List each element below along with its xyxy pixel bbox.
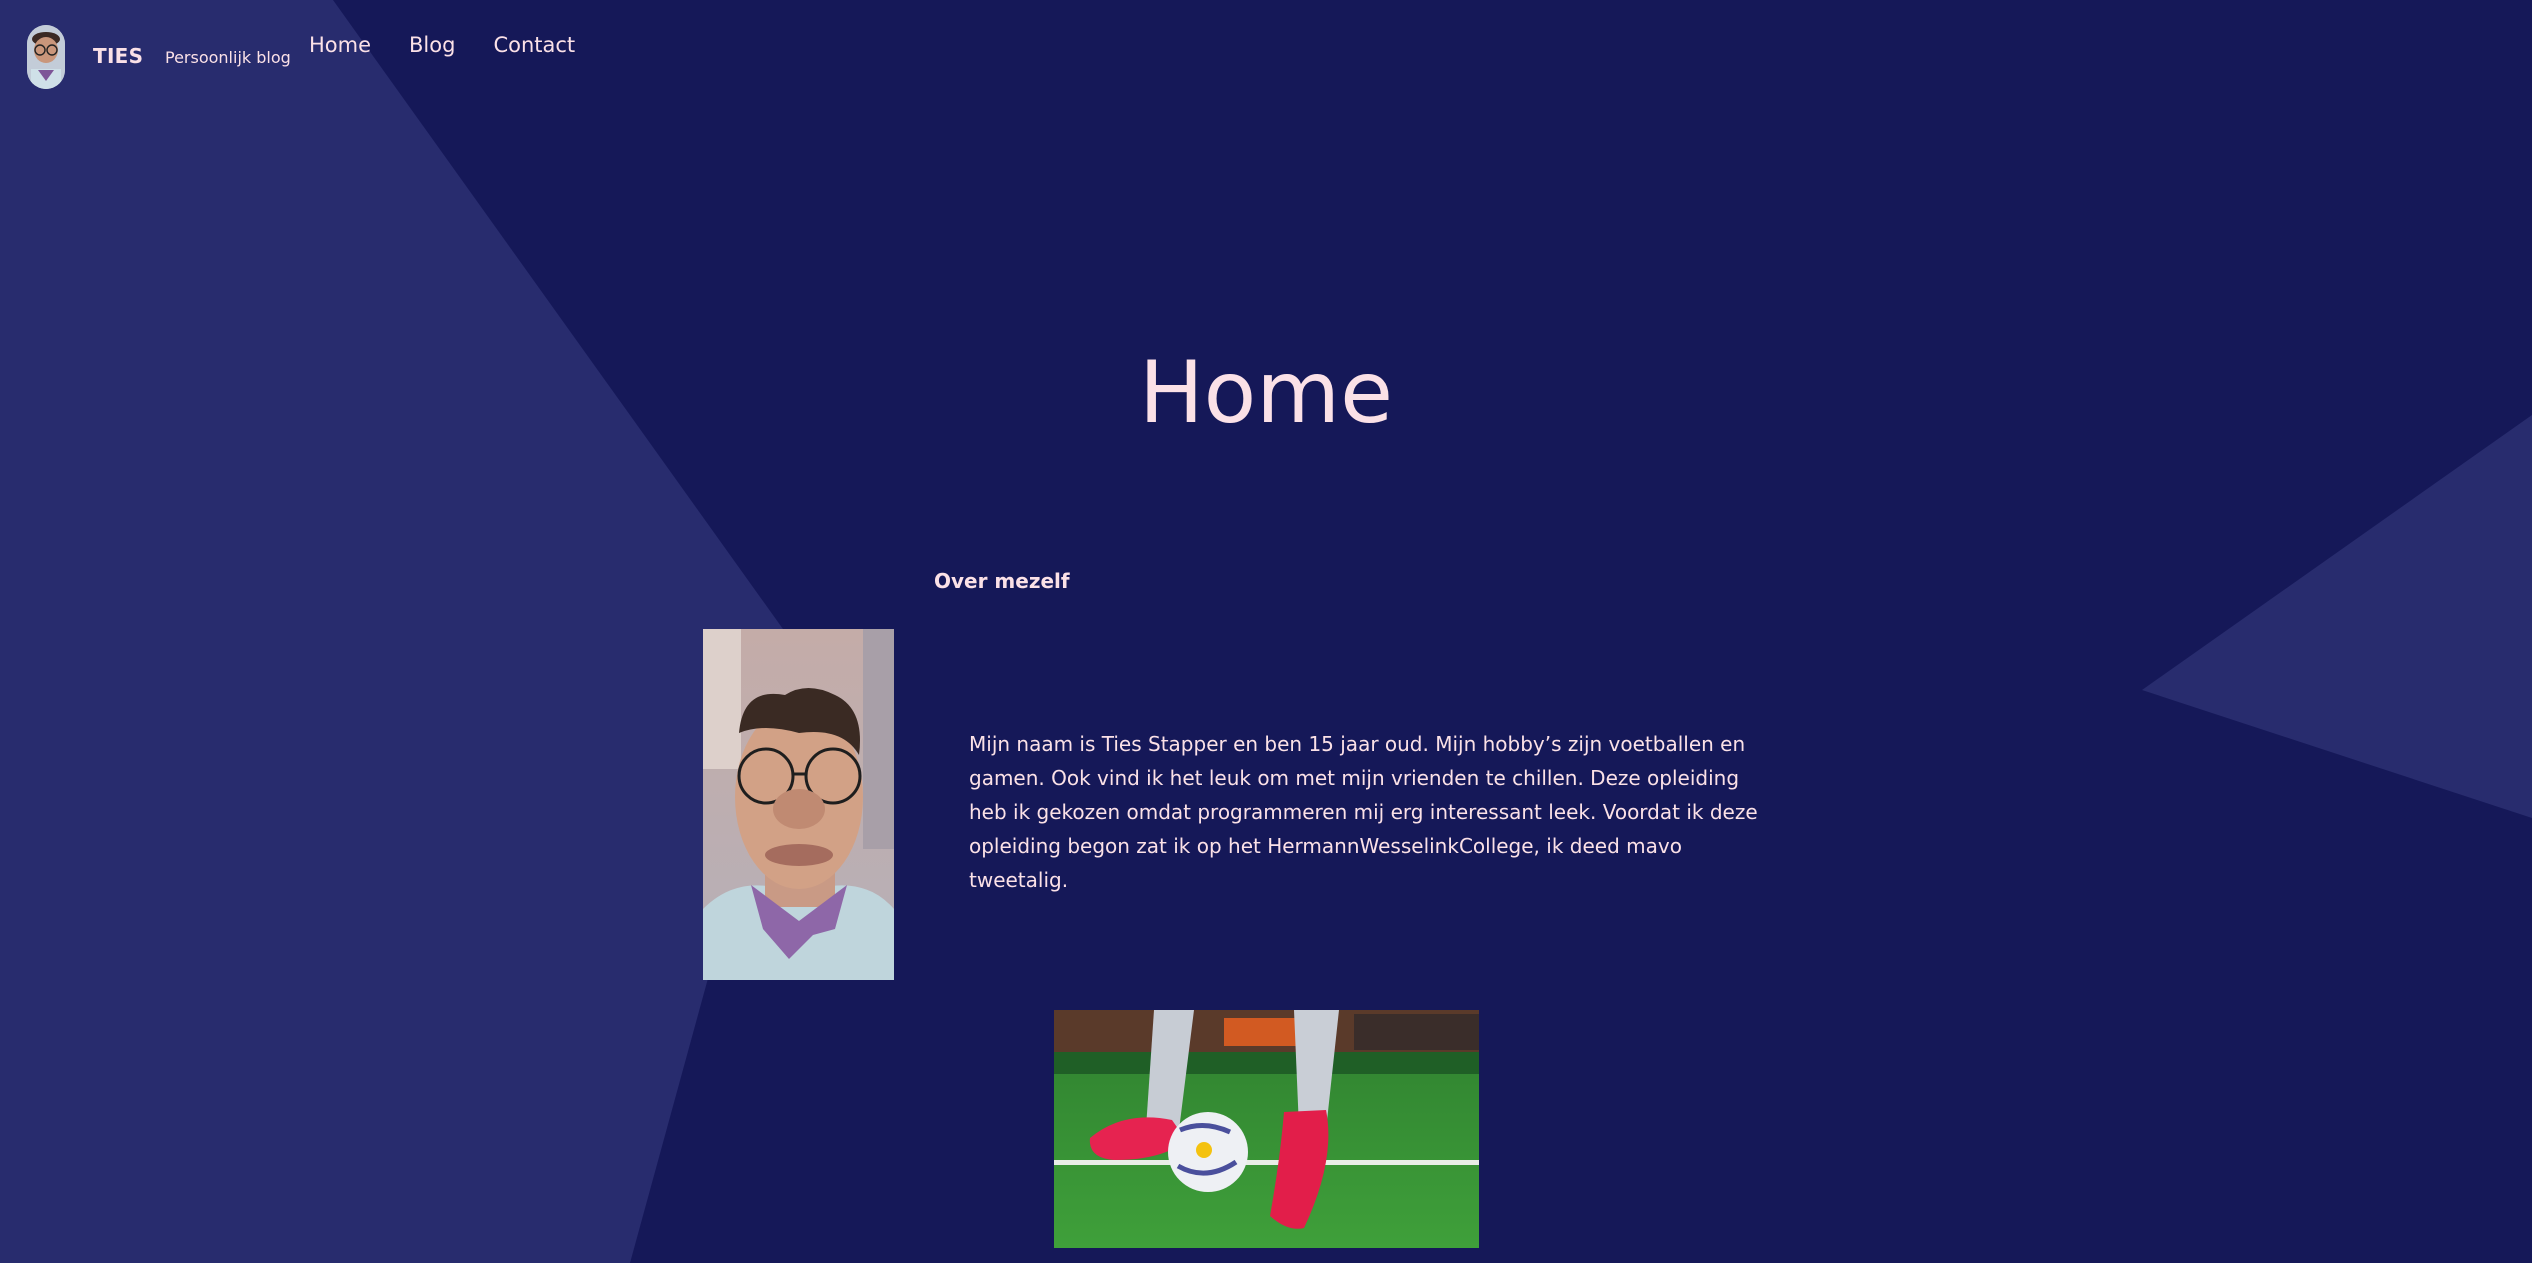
site-tagline: Persoonlijk blog: [165, 48, 291, 67]
main-navigation: Home Blog Contact: [309, 33, 575, 57]
site-header: TIES Persoonlijk blog Home Blog Contact: [0, 0, 2532, 110]
nav-blog-link[interactable]: Blog: [409, 33, 455, 57]
about-me-text: Mijn naam is Ties Stapper en ben 15 jaar…: [969, 732, 1758, 892]
profile-photo: [703, 629, 894, 980]
nav-contact-link[interactable]: Contact: [493, 33, 575, 57]
site-title[interactable]: TIES: [93, 44, 143, 68]
page-title: Home: [1139, 343, 1393, 443]
about-me-heading: Over mezelf: [934, 569, 1070, 593]
nav-home-link[interactable]: Home: [309, 33, 371, 57]
logo-avatar[interactable]: [27, 25, 65, 89]
soccer-photo: [1054, 1010, 1479, 1248]
